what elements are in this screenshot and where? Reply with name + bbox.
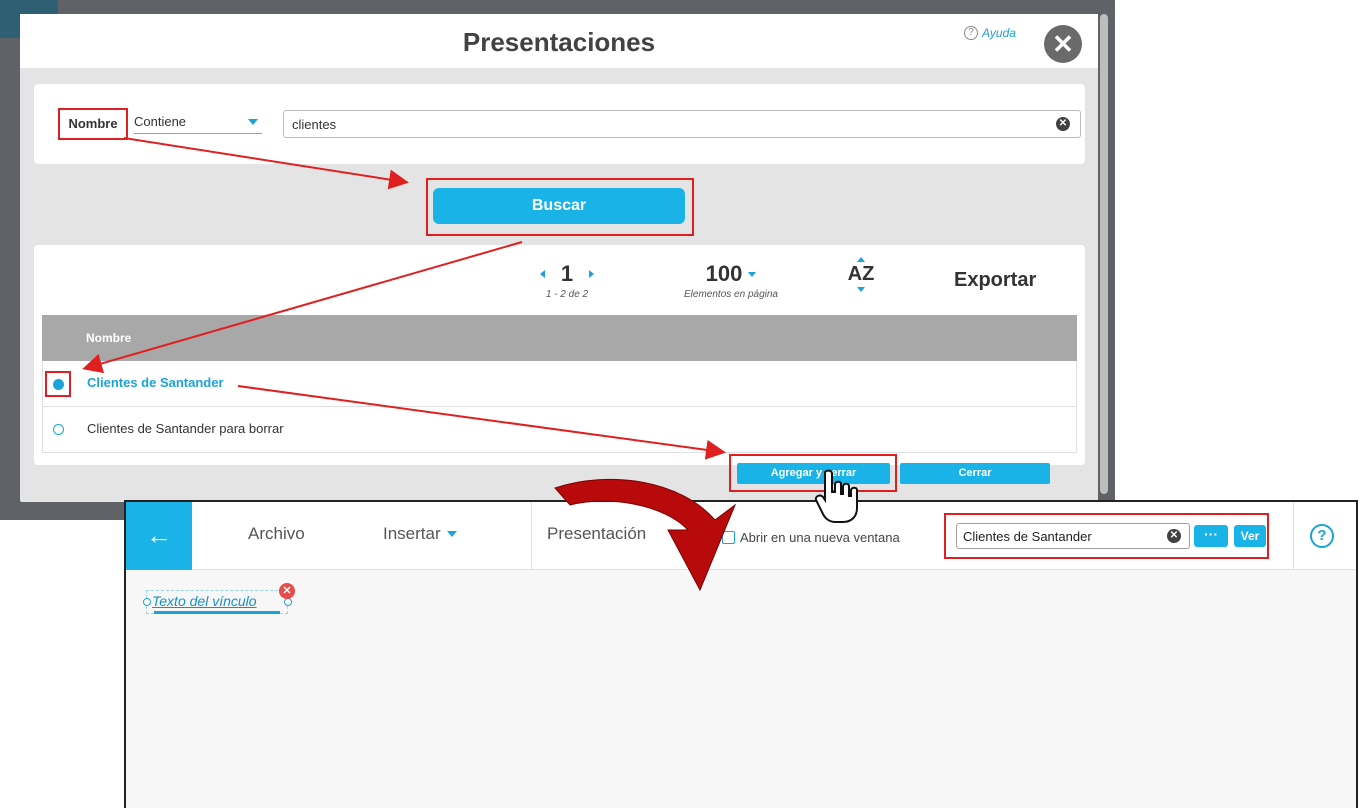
linked-presentation-value: Clientes de Santander	[963, 529, 1092, 544]
export-button[interactable]: Exportar	[954, 269, 1036, 292]
menu-insertar[interactable]: Insertar	[383, 524, 457, 544]
filter-value-input[interactable]: clientes ✕	[283, 110, 1081, 138]
sort-down-icon	[857, 287, 865, 292]
toolbar-divider	[531, 502, 532, 570]
filter-panel: Nombre Contiene clientes ✕	[34, 84, 1085, 164]
link-text[interactable]: Texto del vínculo	[152, 593, 257, 609]
editor-toolbar: ← Archivo Insertar Presentación Abrir en…	[126, 502, 1356, 570]
operator-select[interactable]: Contiene	[134, 114, 262, 134]
dialog-header: Presentaciones ? Ayuda ✕	[20, 14, 1098, 68]
table-row[interactable]: Clientes de Santander	[42, 361, 1077, 407]
linked-presentation-input[interactable]: Clientes de Santander ✕	[956, 523, 1190, 549]
help-link[interactable]: ? Ayuda	[964, 26, 1016, 40]
clear-icon[interactable]: ✕	[1167, 529, 1181, 543]
sort-up-icon	[857, 257, 865, 262]
new-window-checkbox[interactable]	[722, 531, 735, 544]
resize-handle-right[interactable]	[284, 598, 292, 606]
close-dialog-button[interactable]: ✕	[1044, 25, 1082, 63]
radio-unselected[interactable]	[53, 424, 64, 435]
table-row[interactable]: Clientes de Santander para borrar	[42, 407, 1077, 453]
dialog-title: Presentaciones	[462, 27, 656, 57]
row-label: Clientes de Santander para borrar	[87, 421, 284, 436]
results-panel: 1 1 - 2 de 2 100 Elementos en página AZ …	[34, 245, 1085, 465]
prev-page-icon[interactable]	[539, 270, 545, 278]
view-button[interactable]: Ver	[1234, 525, 1266, 547]
more-options-button[interactable]: ···	[1194, 525, 1228, 547]
operator-value: Contiene	[134, 114, 187, 129]
per-page-label: Elementos en página	[684, 289, 778, 300]
help-icon[interactable]: ?	[1310, 524, 1334, 548]
new-window-option[interactable]: Abrir en una nueva ventana	[722, 530, 900, 545]
column-header-nombre[interactable]: Nombre	[42, 315, 1077, 361]
current-page: 1	[560, 261, 574, 286]
filter-field-label: Nombre	[58, 108, 128, 140]
sort-button[interactable]: AZ	[846, 257, 876, 292]
help-icon: ?	[964, 26, 978, 40]
search-button[interactable]: Buscar	[433, 188, 685, 224]
menu-presentacion[interactable]: Presentación	[547, 524, 646, 544]
resize-handle-left[interactable]	[143, 598, 151, 606]
pager: 1 1 - 2 de 2	[522, 261, 612, 305]
clear-icon[interactable]: ✕	[1056, 117, 1070, 131]
presentaciones-dialog: Presentaciones ? Ayuda ✕ Nombre Contiene…	[20, 14, 1098, 502]
chevron-down-icon	[248, 119, 258, 125]
new-window-label: Abrir en una nueva ventana	[740, 530, 900, 545]
chevron-down-icon	[446, 531, 457, 537]
next-page-icon[interactable]	[589, 270, 595, 278]
close-button[interactable]: Cerrar	[900, 463, 1050, 484]
page-range: 1 - 2 de 2	[545, 289, 589, 300]
menu-archivo[interactable]: Archivo	[248, 524, 305, 544]
radio-selected[interactable]	[53, 379, 64, 390]
help-label: Ayuda	[982, 26, 1016, 40]
link-editor: ← Archivo Insertar Presentación Abrir en…	[124, 500, 1358, 808]
back-arrow-icon[interactable]: ←	[126, 502, 192, 570]
dialog-scrollbar[interactable]	[1100, 14, 1108, 494]
add-and-close-button[interactable]: Agregar y cerrar	[737, 463, 890, 484]
per-page-select[interactable]: 100 Elementos en página	[666, 261, 796, 300]
link-underline-bar	[154, 611, 280, 614]
toolbar-divider	[1293, 502, 1294, 570]
sort-label: AZ	[847, 263, 875, 285]
menu-insertar-label: Insertar	[383, 524, 441, 543]
row-label: Clientes de Santander	[87, 375, 224, 390]
chevron-down-icon	[748, 271, 757, 277]
per-page-value: 100	[705, 261, 743, 286]
filter-value-text: clientes	[292, 117, 337, 132]
delete-link-icon[interactable]: ✕	[279, 583, 295, 599]
